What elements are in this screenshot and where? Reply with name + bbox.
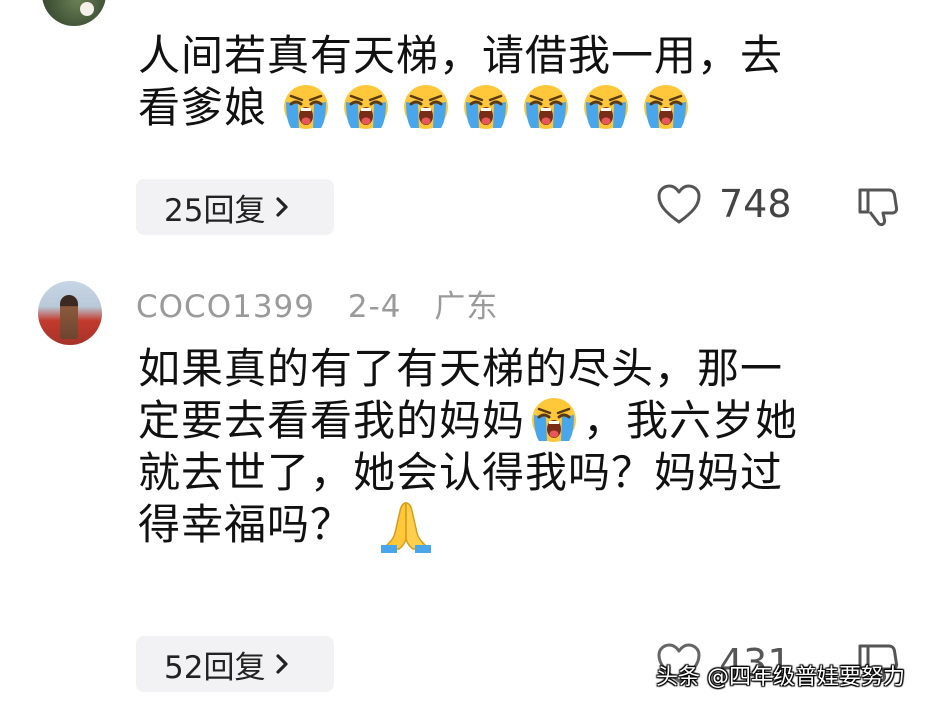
- avatar-coco1399[interactable]: [38, 281, 102, 345]
- loudly-crying-face-icon: [641, 82, 691, 132]
- loudly-crying-face-icon: [581, 82, 631, 132]
- chevron-right-icon: [273, 653, 291, 675]
- heart-outline-icon: [655, 182, 703, 226]
- comment-body-1: 人间若真有天梯，请借我一用，去 看爹娘: [138, 30, 783, 134]
- view-replies-button[interactable]: 25回复: [136, 179, 334, 235]
- reply-count-label: 52回复: [164, 649, 266, 686]
- reply-count-label: 25回复: [164, 192, 266, 229]
- loudly-crying-face-icon: [461, 82, 511, 132]
- comment-1-line-2-text: 看爹娘: [138, 83, 268, 132]
- comment-date: 2-4: [347, 289, 402, 325]
- view-replies-button[interactable]: 52回复: [136, 636, 334, 692]
- comment-2-line-4-text: 得幸福吗？: [138, 500, 354, 549]
- comment-2-line-4: 得幸福吗？: [138, 499, 798, 553]
- author-name[interactable]: COCO1399: [136, 289, 315, 325]
- comment-1-line-2: 看爹娘: [138, 82, 783, 134]
- comment-1-line-1: 人间若真有天梯，请借我一用，去: [138, 31, 784, 80]
- loudly-crying-face-icon: [281, 82, 331, 132]
- comment-2-line-2: 定要去看看我的妈妈 ，我六岁她: [138, 395, 798, 447]
- watermark: 头条 @四年级普娃要努力: [656, 665, 905, 690]
- comment-location: 广东: [434, 289, 499, 325]
- like-button[interactable]: 748: [655, 182, 792, 226]
- comment-meta: COCO1399 2-4 广东: [136, 289, 520, 325]
- folded-hands-icon: [381, 502, 432, 553]
- thumbs-down-icon[interactable]: [856, 184, 900, 228]
- comment-2-line-3: 就去世了，她会认得我吗？妈妈过: [138, 448, 784, 497]
- avatar-previous-user[interactable]: [42, 0, 106, 26]
- loudly-crying-face-icon: [529, 395, 579, 445]
- avatar-blossom: [80, 2, 94, 16]
- comment-2-line-1: 如果真的有了有天梯的尽头，那一: [138, 344, 784, 393]
- comment-body-2: 如果真的有了有天梯的尽头，那一 定要去看看我的妈妈 ，我六岁她 就去世了，她会认得…: [138, 343, 798, 553]
- like-count: 748: [719, 182, 792, 226]
- comment-2-line-2b: ，我六岁她: [583, 396, 799, 445]
- loudly-crying-face-icon: [521, 82, 571, 132]
- loudly-crying-face-icon: [341, 82, 391, 132]
- avatar-figure: [60, 295, 78, 339]
- chevron-right-icon: [273, 196, 291, 218]
- loudly-crying-face-icon: [401, 82, 451, 132]
- comment-2-line-2a: 定要去看看我的妈妈: [138, 396, 526, 445]
